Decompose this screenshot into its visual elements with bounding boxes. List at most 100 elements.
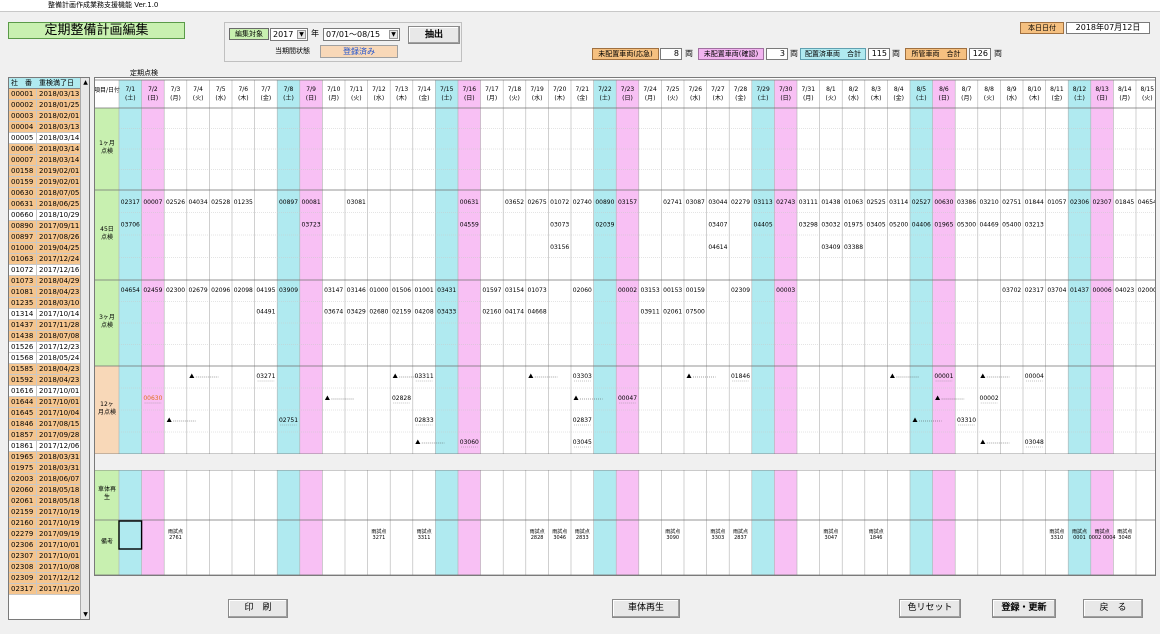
vehicle-list-row[interactable]: 01616 2017/10/01 xyxy=(9,386,89,397)
vehicle-id: 00007 xyxy=(9,155,37,165)
vehicle-list-row[interactable]: 02061 2018/05/18 xyxy=(9,496,89,507)
vehicle-list-row[interactable]: 02308 2017/10/08 xyxy=(9,562,89,573)
day-header-date: 7/13 xyxy=(395,86,409,93)
vehicle-id: 02306 xyxy=(9,540,37,550)
vehicle-list-row[interactable]: 01081 2018/04/23 xyxy=(9,287,89,298)
weekend-column-bg xyxy=(458,80,481,454)
vehicle-list-row[interactable]: 01846 2017/08/15 xyxy=(9,419,89,430)
vehicle-id: 01526 xyxy=(9,342,37,352)
vehicle-list-row[interactable]: 01314 2017/10/14 xyxy=(9,309,89,320)
vehicle-list-row[interactable]: 02309 2017/12/12 xyxy=(9,573,89,584)
vehicle-cell-3month: 02680 xyxy=(369,309,388,316)
vehicle-list-row[interactable]: 01438 2018/07/08 xyxy=(9,331,89,342)
vehicle-list-row[interactable]: 00158 2019/02/01 xyxy=(9,166,89,177)
vehicle-list[interactable]: 社 番 重検満了日 00001 2018/03/13 00002 2018/01/25… xyxy=(8,77,90,620)
vehicle-list-row[interactable]: 00003 2018/02/01 xyxy=(9,111,89,122)
vehicle-list-row[interactable]: 01975 2018/03/31 xyxy=(9,463,89,474)
vehicle-id: 01592 xyxy=(9,375,37,385)
vehicle-list-row[interactable]: 00004 2018/03/13 xyxy=(9,122,89,133)
register-update-button[interactable]: 登録・更新 xyxy=(992,599,1056,618)
vehicle-list-row[interactable]: 02160 2017/10/19 xyxy=(9,518,89,529)
vehicle-cell-45day: 03407 xyxy=(708,222,727,229)
vehicle-list-row[interactable]: 01073 2018/04/29 xyxy=(9,276,89,287)
vehicle-cell-12month: 00004 xyxy=(1025,373,1044,380)
vehicle-list-row[interactable]: 00159 2019/02/01 xyxy=(9,177,89,188)
vehicle-list-scrollbar[interactable]: ▲ ▼ xyxy=(80,78,89,619)
vehicle-id: 00630 xyxy=(9,188,37,198)
vehicle-list-rows: 00001 2018/03/13 00002 2018/01/25 00003 2018/… xyxy=(9,89,89,595)
day-header-weekday: (金) xyxy=(261,94,272,102)
day-header-weekday: (金) xyxy=(735,94,746,102)
vehicle-cell-3month: 00153 xyxy=(663,287,682,294)
vehicle-list-row[interactable]: 00006 2018/03/14 xyxy=(9,144,89,155)
vehicle-list-row[interactable]: 00897 2017/08/26 xyxy=(9,232,89,243)
day-header-weekday: (水) xyxy=(215,94,226,102)
vehicle-id: 00001 xyxy=(9,89,37,99)
vehicle-list-row[interactable]: 00001 2018/03/13 xyxy=(9,89,89,100)
vehicle-cell-45day: 03044 xyxy=(708,199,727,206)
vehicle-list-row[interactable]: 00007 2018/03/14 xyxy=(9,155,89,166)
vehicle-cell-12month: 00630 xyxy=(143,395,162,402)
vehicle-list-row[interactable]: 01000 2019/04/25 xyxy=(9,243,89,254)
day-header-date: 8/7 xyxy=(962,86,972,93)
vehicle-list-row[interactable]: 01568 2018/05/24 xyxy=(9,353,89,364)
vehicle-list-row[interactable]: 00002 2018/01/25 xyxy=(9,100,89,111)
period-select[interactable]: 07/01～08/15 ▼ xyxy=(323,28,400,41)
vehicle-list-row[interactable]: 01861 2017/12/06 xyxy=(9,441,89,452)
year-select[interactable]: 2017 ▼ xyxy=(270,28,308,41)
vehicle-cell-12month: 00001 xyxy=(934,373,953,380)
vehicle-list-row[interactable]: 02279 2017/09/19 xyxy=(9,529,89,540)
day-header-date: 8/8 xyxy=(984,86,994,93)
scroll-down-icon[interactable]: ▼ xyxy=(81,610,89,619)
vehicle-list-row[interactable]: 00660 2018/10/29 xyxy=(9,210,89,221)
vehicle-list-row[interactable]: 01235 2018/03/10 xyxy=(9,298,89,309)
vehicle-list-row[interactable]: 00005 2018/03/14 xyxy=(9,133,89,144)
body-regen-button[interactable]: 車体再生 xyxy=(612,599,680,618)
color-reset-button[interactable]: 色リセット xyxy=(899,599,961,618)
vehicle-list-row[interactable]: 01063 2017/12/24 xyxy=(9,254,89,265)
vehicle-list-row[interactable]: 01072 2017/12/16 xyxy=(9,265,89,276)
vehicle-list-row[interactable]: 02060 2018/05/18 xyxy=(9,485,89,496)
vehicle-list-row[interactable]: 02317 2017/11/20 xyxy=(9,584,89,595)
counter-label-unassigned-confirm: 未配置車両(確認) xyxy=(698,48,764,60)
counter-label-assigned-total: 配置済車両 合計 xyxy=(800,48,866,60)
vehicle-list-row[interactable]: 01585 2018/04/23 xyxy=(9,364,89,375)
day-header-date: 8/2 xyxy=(849,86,859,93)
vehicle-list-row[interactable]: 02159 2017/10/19 xyxy=(9,507,89,518)
vehicle-cell-45day: 05400 xyxy=(1002,222,1021,229)
vehicle-list-row[interactable]: 02306 2017/10/01 xyxy=(9,540,89,551)
vehicle-list-row[interactable]: 01645 2017/10/04 xyxy=(9,408,89,419)
note-label: 雨試点 xyxy=(371,528,386,535)
vehicle-list-row[interactable]: 01526 2017/12/23 xyxy=(9,342,89,353)
vehicle-list-row[interactable]: 00890 2017/09/11 xyxy=(9,221,89,232)
vehicle-cell-12month: 00047 xyxy=(618,395,637,402)
vehicle-list-row[interactable]: 01437 2017/11/28 xyxy=(9,320,89,331)
vehicle-cell-45day: 02317 xyxy=(121,199,140,206)
row-label-0: 1ヶ月 xyxy=(99,140,115,147)
weekend-column-bg xyxy=(751,470,775,575)
vehicle-list-row[interactable]: 02003 2018/06/07 xyxy=(9,474,89,485)
vehicle-cell-3month: 01597 xyxy=(482,287,501,294)
day-header-date: 7/14 xyxy=(417,86,431,93)
vehicle-list-row[interactable]: 01592 2018/04/23 xyxy=(9,375,89,386)
vehicle-list-row[interactable]: 01644 2017/10/01 xyxy=(9,397,89,408)
schedule-grid[interactable]: 1ヶ月 点検 45日 点検 3ヶ月 点検 12ヶ 月点検 車体再生備考 項目/日付 7/1 (土) 7/… xyxy=(94,77,1156,576)
vehicle-cell-45day: 01975 xyxy=(844,222,863,229)
vehicle-list-row[interactable]: 01965 2018/03/31 xyxy=(9,452,89,463)
print-button[interactable]: 印 刷 xyxy=(228,599,288,618)
scroll-up-icon[interactable]: ▲ xyxy=(81,78,89,87)
back-button[interactable]: 戻 る xyxy=(1083,599,1143,618)
vehicle-cell-45day: 04406 xyxy=(912,222,931,229)
dropdown-arrow-icon[interactable]: ▼ xyxy=(297,30,306,39)
extract-button[interactable]: 抽出 xyxy=(408,26,460,44)
day-header-date: 7/11 xyxy=(350,86,364,93)
vehicle-id: 01000 xyxy=(9,243,37,253)
vehicle-list-row[interactable]: 00630 2018/07/05 xyxy=(9,188,89,199)
vehicle-list-row[interactable]: 01857 2017/09/28 xyxy=(9,430,89,441)
dropdown-arrow-icon[interactable]: ▼ xyxy=(389,30,398,39)
vehicle-list-row[interactable]: 00631 2018/06/25 xyxy=(9,199,89,210)
vehicle-list-row[interactable]: 02307 2017/10/01 xyxy=(9,551,89,562)
vehicle-cell-3month: 01001 xyxy=(415,287,434,294)
vehicle-cell-45day: 02307 xyxy=(1093,199,1112,206)
vehicle-cell-3month: 00159 xyxy=(686,287,705,294)
